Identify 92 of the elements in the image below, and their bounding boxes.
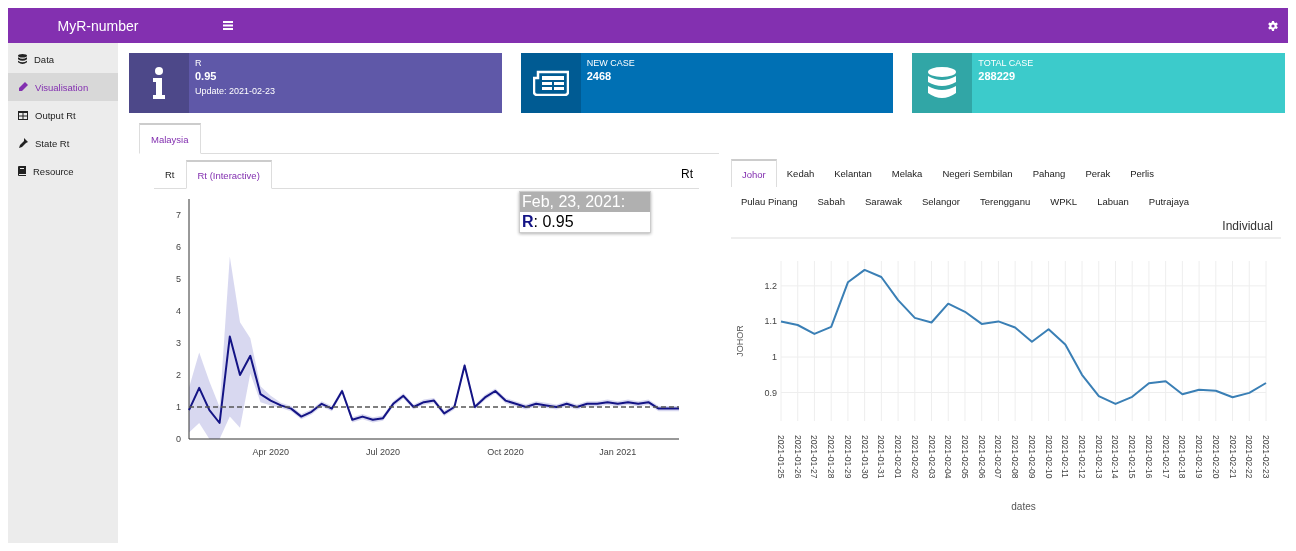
sidebar-item[interactable]: Output Rt bbox=[8, 101, 118, 129]
tab[interactable]: Putrajaya bbox=[1138, 187, 1199, 215]
category-label: 2021-02-02 bbox=[909, 435, 920, 479]
tab[interactable]: Terengganu bbox=[970, 187, 1041, 215]
category-label: 2021-02-01 bbox=[893, 435, 904, 479]
panel-heading: Individual bbox=[1222, 219, 1273, 233]
app-title: MyR-number bbox=[56, 17, 140, 34]
category-label: 2021-02-03 bbox=[926, 435, 937, 479]
category-label: 2021-02-19 bbox=[1194, 435, 1205, 479]
y-tick-label: 5 bbox=[175, 274, 181, 284]
book-icon bbox=[18, 166, 26, 176]
category-label: 2021-01-31 bbox=[876, 435, 887, 479]
x-tick-label: Apr 2020 bbox=[252, 447, 289, 457]
newspaper-icon bbox=[532, 70, 569, 96]
category-label: 2021-02-04 bbox=[943, 435, 954, 479]
category-label: 2021-01-27 bbox=[809, 435, 820, 479]
tab[interactable]: WPKL bbox=[1040, 187, 1088, 215]
table-icon bbox=[18, 110, 28, 120]
dropper-icon bbox=[18, 138, 28, 148]
menu-icon[interactable] bbox=[223, 21, 233, 30]
box-value: 288229 bbox=[978, 70, 1017, 82]
x-axis-label: dates bbox=[1011, 501, 1036, 512]
y-tick-label: 0 bbox=[175, 434, 181, 444]
sidebar-item[interactable]: State Rt bbox=[8, 129, 118, 157]
category-label: 2021-02-23 bbox=[1261, 435, 1271, 479]
tab[interactable]: Pahang bbox=[1022, 159, 1076, 187]
y-tick-label: 4 bbox=[175, 306, 181, 316]
category-label: 2021-02-18 bbox=[1177, 435, 1188, 479]
category-label: 2021-01-26 bbox=[792, 435, 803, 479]
panel-heading: Rt bbox=[681, 167, 693, 181]
y-axis: 0 1 2 3 4 5 6 7 bbox=[176, 198, 190, 444]
pencil-icon bbox=[18, 82, 28, 92]
tab[interactable]: Kedah bbox=[776, 159, 825, 187]
tooltip-text: R: 0.95 bbox=[521, 212, 575, 232]
category-label: 2021-02-13 bbox=[1093, 435, 1104, 479]
tab[interactable]: Johor bbox=[731, 159, 777, 187]
category-label: 2021-02-21 bbox=[1227, 435, 1238, 479]
tab[interactable]: Kelantan bbox=[824, 159, 882, 187]
category-label: 2021-02-06 bbox=[976, 435, 987, 479]
category-label: 2021-02-10 bbox=[1043, 435, 1054, 479]
y-tick-label: 2 bbox=[175, 370, 181, 380]
y-tick-label: 1 bbox=[175, 402, 181, 412]
x-tick-label: Oct 2020 bbox=[487, 447, 524, 457]
category-label: 2021-02-20 bbox=[1210, 435, 1221, 479]
tab[interactable]: Perlis bbox=[1120, 159, 1164, 187]
tab[interactable]: Perak bbox=[1075, 159, 1121, 187]
category-label: 2021-02-07 bbox=[993, 435, 1004, 479]
tab[interactable]: Sarawak bbox=[855, 187, 912, 215]
box-label: TOTAL CASE bbox=[978, 58, 1034, 68]
category-label: 2021-01-29 bbox=[842, 435, 853, 479]
tab[interactable]: Labuan bbox=[1087, 187, 1139, 215]
category-label: 2021-02-15 bbox=[1127, 435, 1138, 479]
x-tick-label: Jan 2021 bbox=[599, 447, 637, 457]
tab[interactable]: Sabah bbox=[807, 187, 855, 215]
box-label: NEW CASE bbox=[586, 58, 635, 68]
category-label: 2021-02-14 bbox=[1110, 435, 1121, 479]
database-icon bbox=[928, 67, 957, 99]
category-label: 2021-01-25 bbox=[776, 435, 786, 479]
category-label: 2021-02-12 bbox=[1077, 435, 1088, 479]
sidebar-item[interactable]: Resource bbox=[8, 157, 118, 185]
tab[interactable]: Rt bbox=[154, 160, 186, 188]
category-label: 2021-02-17 bbox=[1160, 435, 1171, 479]
box-value: 0.95 bbox=[195, 70, 218, 82]
tab[interactable]: Malaysia bbox=[139, 123, 201, 154]
settings-icon[interactable] bbox=[1268, 20, 1278, 31]
info-icon bbox=[152, 67, 166, 99]
y-tick-label: 6 bbox=[175, 242, 181, 252]
database-icon bbox=[18, 54, 27, 64]
category-label: 2021-02-05 bbox=[959, 435, 970, 479]
category-label: 2021-02-09 bbox=[1026, 435, 1037, 479]
tab[interactable]: Rt (Interactive) bbox=[185, 160, 272, 189]
y-axis-label: JOHOR bbox=[735, 325, 745, 357]
category-label: 2021-02-08 bbox=[1010, 435, 1021, 479]
y-axis: 0.9 1 1.1 1.2 bbox=[764, 280, 777, 398]
tab[interactable]: Selangor bbox=[912, 187, 970, 215]
tab[interactable]: Negeri Sembilan bbox=[932, 159, 1023, 187]
category-label: 2021-01-28 bbox=[826, 435, 837, 479]
category-label: 2021-02-16 bbox=[1143, 435, 1154, 479]
y-tick-label: 3 bbox=[175, 338, 181, 348]
tab[interactable]: Melaka bbox=[881, 159, 933, 187]
tab[interactable]: Pulau Pinang bbox=[731, 187, 808, 215]
tooltip-title: Feb, 23, 2021: bbox=[520, 192, 650, 212]
x-tick-label: Jul 2020 bbox=[365, 447, 400, 457]
category-label: 2021-02-11 bbox=[1060, 435, 1071, 478]
sidebar-item[interactable]: Visualisation bbox=[8, 73, 118, 101]
box-subtitle: Update: 2021-02-23 bbox=[195, 86, 276, 96]
box-value: 2468 bbox=[586, 70, 613, 82]
y-tick-label: 7 bbox=[175, 210, 181, 220]
category-label: 2021-01-30 bbox=[859, 435, 870, 479]
box-label: R bbox=[195, 58, 203, 68]
sidebar-item[interactable]: Data bbox=[8, 45, 118, 73]
category-label: 2021-02-22 bbox=[1244, 435, 1255, 479]
